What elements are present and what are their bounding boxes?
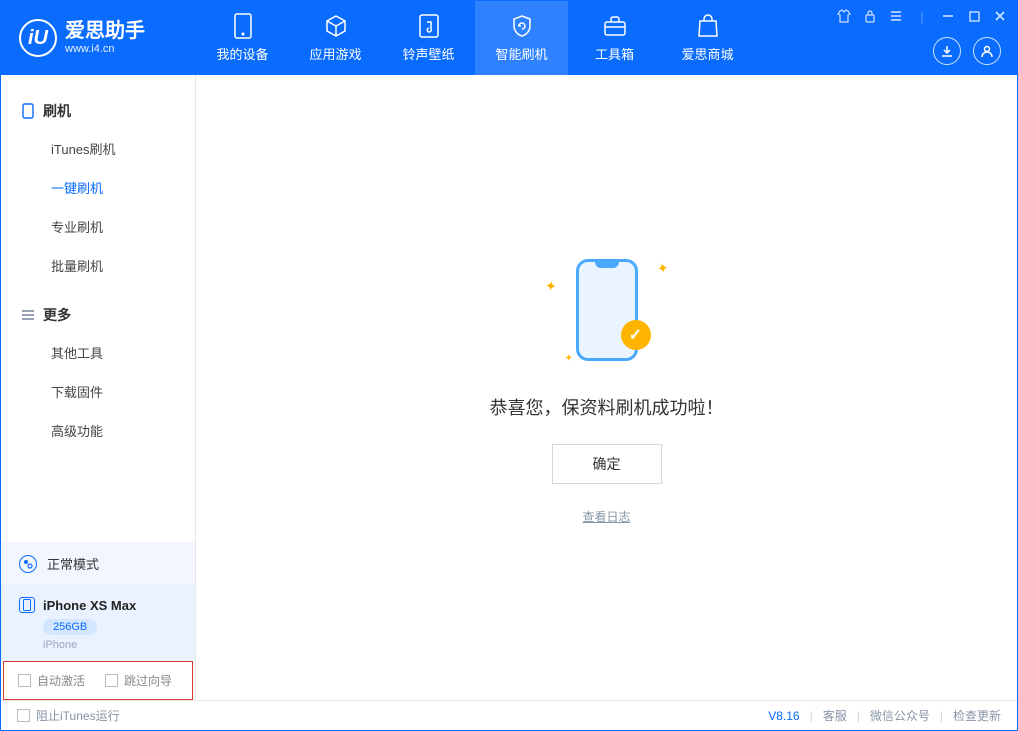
maximize-button[interactable] <box>965 7 983 25</box>
sidebar-item-download-firmware[interactable]: 下载固件 <box>1 372 195 411</box>
footer-link-wechat[interactable]: 微信公众号 <box>870 707 930 724</box>
flash-options-highlight: 自动激活 跳过向导 <box>3 661 193 700</box>
logo-area: iU 爱思助手 www.i4.cn <box>1 19 196 57</box>
main-content: ✦ ✦ ✦ ✓ 恭喜您，保资料刷机成功啦！ 确定 查看日志 <box>196 75 1017 700</box>
shield-refresh-icon <box>510 14 534 38</box>
logo-icon: iU <box>19 19 57 57</box>
footer-link-update[interactable]: 检查更新 <box>953 707 1001 724</box>
sparkle-icon: ✦ <box>543 277 558 296</box>
minimize-button[interactable] <box>939 7 957 25</box>
shirt-icon[interactable] <box>835 7 853 25</box>
checkbox-auto-activate[interactable]: 自动激活 <box>18 672 85 689</box>
header-right-actions <box>933 37 1001 65</box>
nav-apps-games[interactable]: 应用游戏 <box>289 1 382 75</box>
sidebar-group-more: 更多 <box>1 297 195 333</box>
toolbox-icon <box>603 14 627 38</box>
mode-label: 正常模式 <box>47 554 99 573</box>
ok-button[interactable]: 确定 <box>552 444 662 484</box>
sidebar-item-batch-flash[interactable]: 批量刷机 <box>1 246 195 285</box>
checkbox-skip-wizard[interactable]: 跳过向导 <box>105 672 172 689</box>
view-log-link[interactable]: 查看日志 <box>582 508 630 525</box>
app-header: iU 爱思助手 www.i4.cn 我的设备 应用游戏 铃声壁纸 智能刷机 工具… <box>1 1 1017 75</box>
check-icon: ✓ <box>621 320 651 350</box>
success-illustration: ✦ ✦ ✦ ✓ <box>537 250 677 370</box>
nav-ringtone-wallpaper[interactable]: 铃声壁纸 <box>382 1 475 75</box>
window-controls: | <box>835 7 1009 25</box>
sidebar-item-other-tools[interactable]: 其他工具 <box>1 333 195 372</box>
nav-tabs: 我的设备 应用游戏 铃声壁纸 智能刷机 工具箱 爱思商城 <box>196 1 754 75</box>
mode-card[interactable]: 正常模式 <box>1 542 195 585</box>
version-label: V8.16 <box>768 709 799 723</box>
mode-icon <box>19 555 37 573</box>
device-storage-badge: 256GB <box>43 619 97 635</box>
sidebar-group-flash: 刷机 <box>1 93 195 129</box>
success-message: 恭喜您，保资料刷机成功啦！ <box>490 394 724 420</box>
download-button[interactable] <box>933 37 961 65</box>
lock-icon[interactable] <box>861 7 879 25</box>
nav-toolbox[interactable]: 工具箱 <box>568 1 661 75</box>
list-icon <box>21 308 35 322</box>
checkbox-block-itunes[interactable]: 阻止iTunes运行 <box>17 707 120 724</box>
device-name: iPhone XS Max <box>43 598 136 613</box>
music-file-icon <box>417 14 441 38</box>
sidebar-item-pro-flash[interactable]: 专业刷机 <box>1 207 195 246</box>
footer: 阻止iTunes运行 V8.16 | 客服 | 微信公众号 | 检查更新 <box>1 700 1017 730</box>
phone-icon <box>21 104 35 118</box>
nav-store[interactable]: 爱思商城 <box>661 1 754 75</box>
bag-icon <box>696 14 720 38</box>
cube-icon <box>324 14 348 38</box>
sidebar-item-itunes-flash[interactable]: iTunes刷机 <box>1 129 195 168</box>
phone-icon <box>231 14 255 38</box>
device-card[interactable]: iPhone XS Max 256GB iPhone <box>1 585 195 661</box>
sparkle-icon: ✦ <box>565 353 573 364</box>
device-type: iPhone <box>43 639 177 651</box>
sparkle-icon: ✦ <box>655 259 670 278</box>
sidebar-item-onekey-flash[interactable]: 一键刷机 <box>1 168 195 207</box>
app-title: 爱思助手 <box>65 21 145 41</box>
footer-link-support[interactable]: 客服 <box>823 707 847 724</box>
separator: | <box>913 7 931 25</box>
close-button[interactable] <box>991 7 1009 25</box>
app-subtitle: www.i4.cn <box>65 43 145 55</box>
device-icon <box>19 597 35 613</box>
nav-my-device[interactable]: 我的设备 <box>196 1 289 75</box>
user-button[interactable] <box>973 37 1001 65</box>
menu-icon[interactable] <box>887 7 905 25</box>
nav-smart-flash[interactable]: 智能刷机 <box>475 1 568 75</box>
sidebar: 刷机 iTunes刷机 一键刷机 专业刷机 批量刷机 更多 其他工具 下载固件 … <box>1 75 196 700</box>
sidebar-item-advanced[interactable]: 高级功能 <box>1 411 195 450</box>
